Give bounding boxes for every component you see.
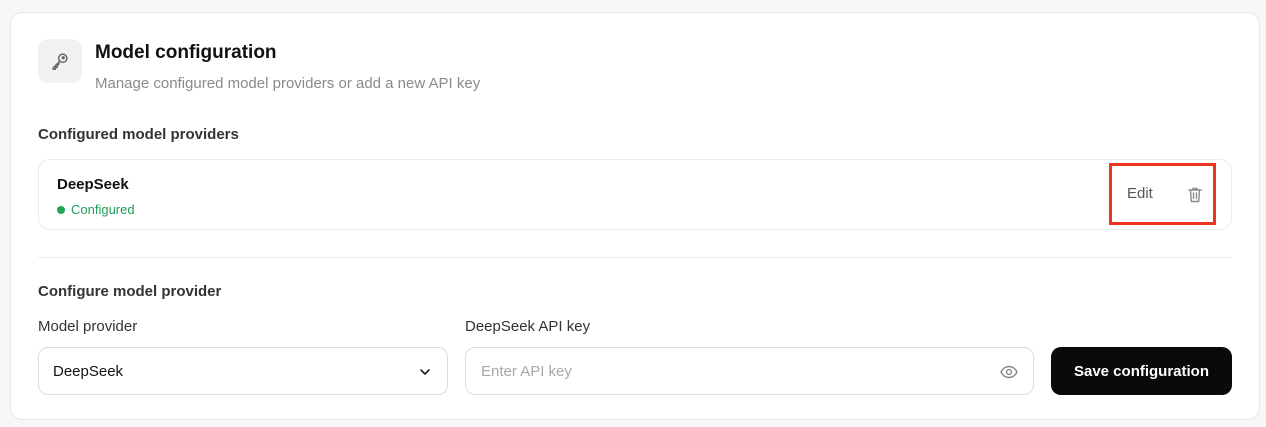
toggle-visibility-button[interactable] — [999, 362, 1019, 382]
selected-provider: DeepSeek — [53, 362, 124, 380]
chevron-down-icon — [420, 369, 430, 375]
status-text: Configured — [71, 202, 135, 217]
provider-card-deepseek: DeepSeek Configured Edit — [38, 159, 1232, 230]
provider-name: DeepSeek — [57, 176, 129, 193]
api-key-label: DeepSeek API key — [465, 318, 591, 335]
eye-icon — [1000, 365, 1018, 379]
model-provider-label: Model provider — [38, 318, 138, 335]
configure-provider-heading: Configure model provider — [38, 283, 222, 300]
model-configuration-card: Model configuration Manage configured mo… — [10, 12, 1260, 420]
page-subtitle: Manage configured model providers or add… — [95, 75, 481, 92]
delete-button[interactable] — [1185, 184, 1205, 204]
configured-providers-heading: Configured model providers — [38, 126, 239, 143]
model-provider-select[interactable]: DeepSeek — [38, 347, 448, 395]
api-key-input[interactable] — [467, 349, 987, 393]
save-configuration-button[interactable]: Save configuration — [1051, 347, 1232, 395]
status-badge: Configured — [57, 202, 135, 217]
trash-icon — [1188, 187, 1202, 202]
section-divider — [38, 257, 1232, 258]
api-key-field — [465, 347, 1034, 395]
page-title: Model configuration — [95, 42, 277, 63]
edit-button[interactable]: Edit — [1127, 185, 1153, 202]
status-dot-icon — [57, 205, 65, 214]
key-icon — [38, 39, 82, 83]
